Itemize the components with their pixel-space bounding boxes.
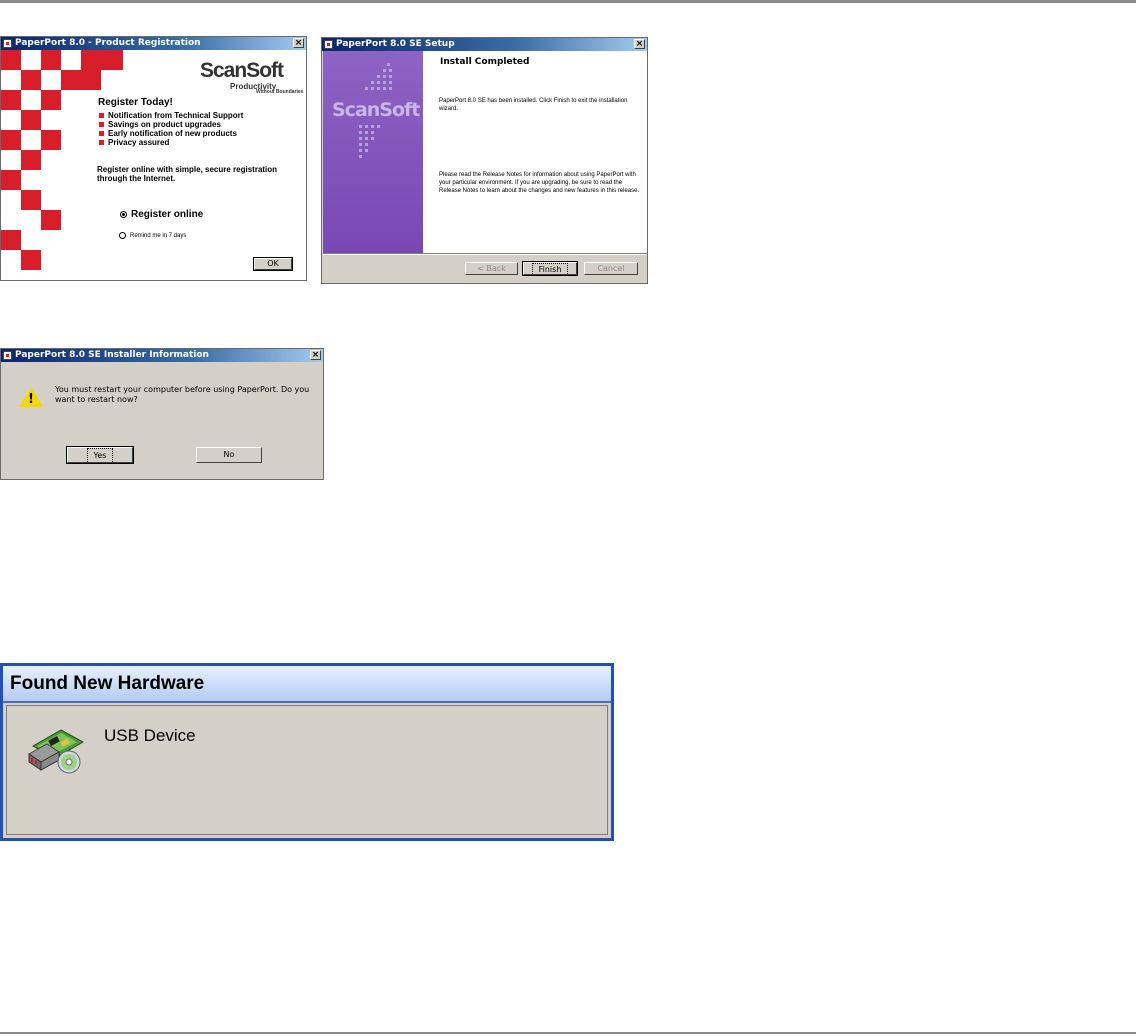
hardware-titlebar: Found New Hardware bbox=[3, 666, 611, 703]
back-button[interactable]: < Back bbox=[465, 262, 518, 275]
top-rule bbox=[0, 0, 1136, 3]
bottom-rule bbox=[0, 1032, 1136, 1034]
close-button[interactable]: × bbox=[293, 38, 304, 48]
setup-window: PaperPort 8.0 SE Setup × ScanSoft Instal… bbox=[321, 37, 648, 284]
yes-button[interactable]: Yes bbox=[66, 446, 134, 464]
warning-icon-mark: ! bbox=[28, 392, 34, 407]
radio-unselected-icon[interactable] bbox=[119, 232, 126, 239]
install-completed-heading: Install Completed bbox=[440, 57, 530, 67]
finish-button[interactable]: Finish bbox=[522, 261, 578, 276]
found-new-hardware-balloon: Found New Hardware USB Device bbox=[0, 663, 614, 841]
logo-tagline-sub: Without Boundaries bbox=[256, 89, 304, 95]
hardware-title: Found New Hardware bbox=[10, 673, 205, 694]
remind-later-option[interactable]: Remind me in 7 days bbox=[119, 232, 186, 239]
release-notes-message: Please read the Release Notes for inform… bbox=[439, 172, 640, 194]
list-item: Savings on product upgrades bbox=[99, 120, 243, 129]
installer-info-titlebar: PaperPort 8.0 SE Installer Information × bbox=[1, 349, 323, 362]
register-online-label: Register online bbox=[131, 209, 204, 220]
setup-sidebar: ScanSoft bbox=[323, 51, 423, 253]
registration-window: PaperPort 8.0 - Product Registration × S… bbox=[0, 36, 307, 281]
installer-info-title: PaperPort 8.0 SE Installer Information bbox=[15, 350, 209, 360]
registration-titlebar: PaperPort 8.0 - Product Registration × bbox=[1, 37, 306, 50]
app-icon bbox=[3, 351, 12, 360]
list-item: Early notification of new products bbox=[99, 129, 243, 138]
restart-message: You must restart your computer before us… bbox=[55, 385, 310, 404]
app-icon bbox=[3, 39, 12, 48]
installer-info-window: PaperPort 8.0 SE Installer Information ×… bbox=[0, 348, 324, 480]
hardware-inner-border bbox=[6, 705, 608, 835]
register-heading: Register Today! bbox=[98, 97, 173, 108]
register-online-option[interactable]: Register online bbox=[120, 209, 203, 220]
list-item: Notification from Technical Support bbox=[99, 111, 243, 120]
setup-title: PaperPort 8.0 SE Setup bbox=[336, 39, 455, 49]
setup-content: Install Completed PaperPort 8.0 SE has b… bbox=[423, 51, 647, 253]
scansoft-logo: ScanSoft bbox=[332, 99, 420, 121]
hardware-install-icon bbox=[28, 729, 85, 774]
app-icon bbox=[324, 40, 333, 49]
divider bbox=[323, 253, 647, 255]
registration-title: PaperPort 8.0 - Product Registration bbox=[15, 38, 201, 48]
cancel-button[interactable]: Cancel bbox=[584, 262, 638, 275]
close-button[interactable]: × bbox=[634, 39, 645, 49]
remind-later-label: Remind me in 7 days bbox=[130, 232, 187, 239]
scansoft-logo: ScanSoft bbox=[200, 59, 284, 82]
list-item: Privacy assured bbox=[99, 138, 243, 147]
close-button[interactable]: × bbox=[310, 350, 321, 360]
benefits-list: Notification from Technical Support Savi… bbox=[99, 111, 243, 147]
hardware-panel: Found New Hardware USB Device bbox=[3, 666, 611, 838]
install-message: PaperPort 8.0 SE has been installed. Cli… bbox=[439, 98, 628, 112]
setup-titlebar: PaperPort 8.0 SE Setup × bbox=[322, 38, 647, 51]
register-description: Register online with simple, secure regi… bbox=[97, 165, 278, 183]
radio-selected-icon[interactable] bbox=[120, 211, 127, 218]
no-button[interactable]: No bbox=[196, 447, 262, 463]
ok-button[interactable]: OK bbox=[253, 257, 293, 271]
device-name: USB Device bbox=[104, 726, 196, 745]
